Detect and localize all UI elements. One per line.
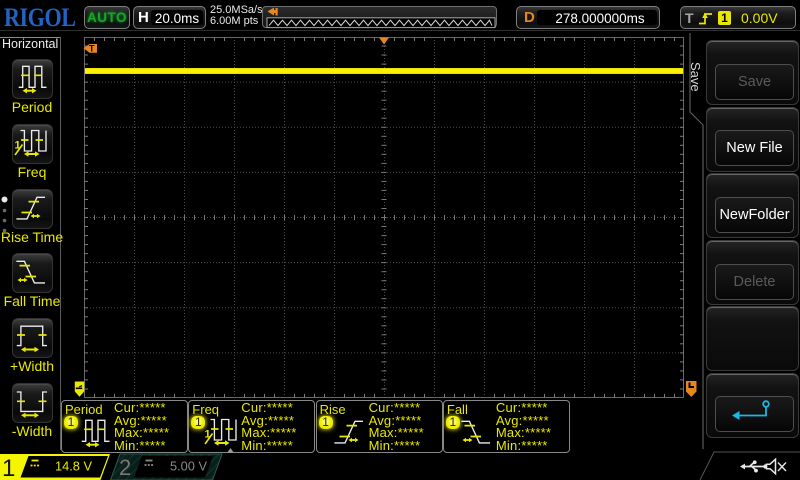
svg-text:2: 2 (119, 455, 131, 480)
svg-text:1: 1 (2, 455, 15, 480)
svg-text:14.8 V: 14.8 V (55, 459, 92, 474)
svg-text:T: T (89, 44, 95, 54)
svg-text:5.00 V: 5.00 V (170, 459, 207, 474)
